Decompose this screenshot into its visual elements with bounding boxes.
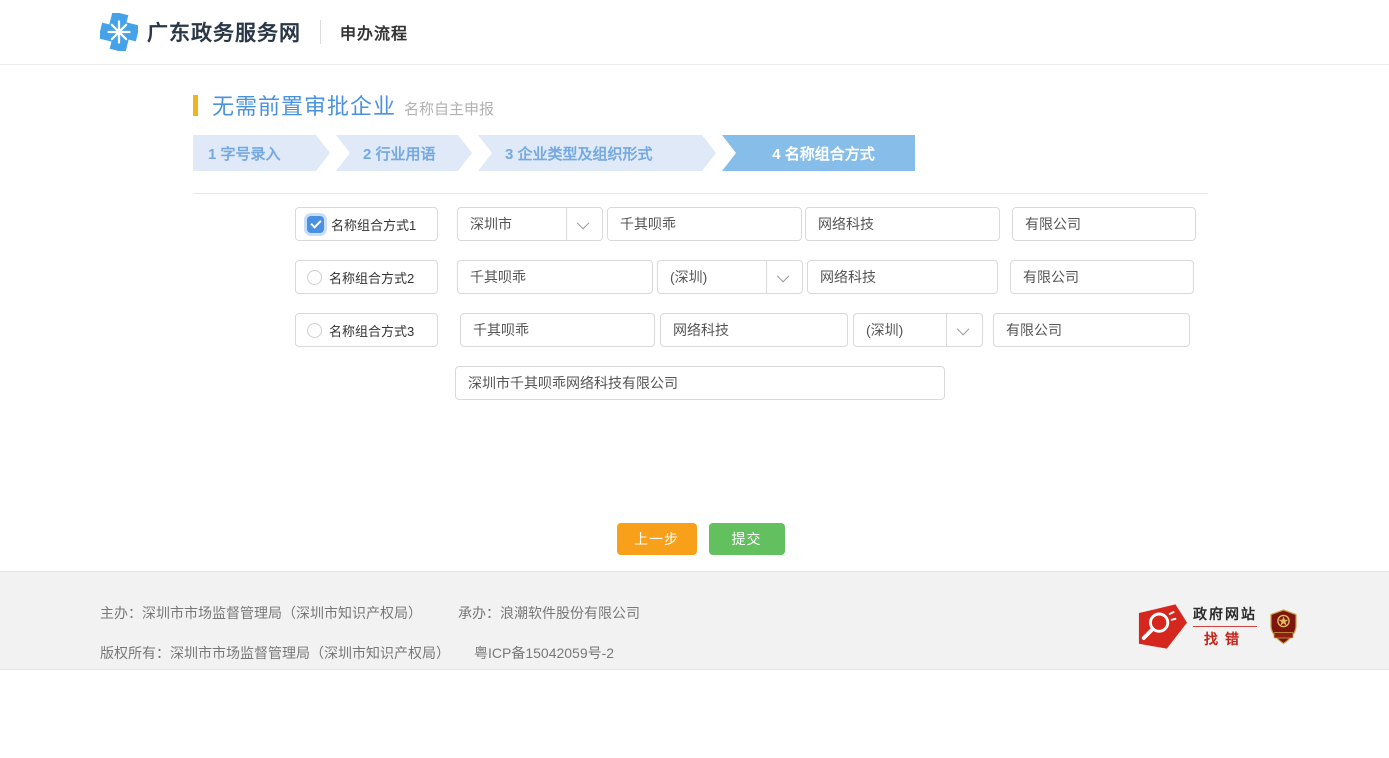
- page-heading: 无需前置审批企业 名称自主申报: [193, 89, 1208, 121]
- name-combo-row-2: 名称组合方式2 (深圳): [295, 260, 1208, 294]
- undertake-value: 浪潮软件股份有限公司: [500, 605, 640, 621]
- region-select-row3-value: (深圳): [854, 314, 946, 346]
- combo-option-2-label: 名称组合方式2: [329, 268, 414, 287]
- main-content: 无需前置审批企业 名称自主申报 1 字号录入 2 行业用语 3 企业类型及组织形…: [193, 89, 1208, 555]
- full-name-row: [455, 366, 1208, 400]
- step-1-zihao[interactable]: 1 字号录入: [193, 135, 330, 171]
- title-accent-bar: [193, 95, 198, 116]
- tradename-input-row1[interactable]: [607, 207, 802, 241]
- find-error-badge-line2: 找错: [1193, 626, 1257, 649]
- action-buttons: 上一步 提交: [193, 523, 1208, 555]
- gov-site-find-error-badge[interactable]: 政府网站 找错: [1137, 604, 1257, 649]
- page-title-header: 申办流程: [340, 20, 408, 44]
- region-select-row1-value: 深圳市: [458, 208, 566, 240]
- section-divider: [193, 193, 1208, 194]
- industry-input-row3[interactable]: [660, 313, 848, 347]
- host-label: 主办：: [100, 605, 142, 621]
- page-title: 无需前置审批企业: [212, 89, 396, 121]
- checkbox-checked-icon[interactable]: [307, 216, 324, 233]
- copyright-value: 深圳市市场监督管理局（深圳市知识产权局）: [170, 645, 450, 661]
- step-indicator: 1 字号录入 2 行业用语 3 企业类型及组织形式 4 名称组合方式: [193, 135, 1208, 171]
- undertake-label: 承办：: [458, 605, 500, 621]
- host-value: 深圳市市场监督管理局（深圳市知识产权局）: [142, 605, 422, 621]
- chevron-down-icon[interactable]: [766, 261, 802, 293]
- previous-step-button[interactable]: 上一步: [617, 523, 697, 555]
- combo-option-2[interactable]: 名称组合方式2: [295, 260, 438, 294]
- step-4-zuhe-active[interactable]: 4 名称组合方式: [722, 135, 915, 171]
- icp-number: 粤ICP备15042059号-2: [474, 645, 614, 661]
- find-error-badge-line1: 政府网站: [1193, 606, 1257, 622]
- site-name: 广东政务服务网: [147, 17, 301, 47]
- orgform-input-row1[interactable]: [1012, 207, 1196, 241]
- name-combo-row-3: 名称组合方式3 (深圳): [295, 313, 1208, 347]
- industry-input-row2[interactable]: [807, 260, 998, 294]
- header: 广东政务服务网 申办流程: [0, 0, 1389, 65]
- copyright-label: 版权所有：: [100, 645, 170, 661]
- region-select-row3[interactable]: (深圳): [853, 313, 983, 347]
- gdzwfw-pinwheel-logo-icon: [100, 13, 138, 51]
- region-select-row2[interactable]: (深圳): [657, 260, 803, 294]
- full-company-name-input[interactable]: [455, 366, 945, 400]
- footer: 主办：深圳市市场监督管理局（深圳市知识产权局）承办：浪潮软件股份有限公司 版权所…: [0, 571, 1389, 670]
- combo-option-3[interactable]: 名称组合方式3: [295, 313, 438, 347]
- header-divider: [320, 20, 321, 44]
- combo-option-1[interactable]: 名称组合方式1: [295, 207, 438, 241]
- industry-input-row1[interactable]: [805, 207, 1000, 241]
- combo-option-1-label: 名称组合方式1: [331, 215, 416, 234]
- tradename-input-row3[interactable]: [460, 313, 655, 347]
- submit-button[interactable]: 提交: [709, 523, 785, 555]
- find-error-magnifier-icon: [1137, 604, 1187, 649]
- police-shield-badge-icon[interactable]: [1270, 609, 1297, 645]
- region-select-row1[interactable]: 深圳市: [457, 207, 603, 241]
- orgform-input-row2[interactable]: [1010, 260, 1194, 294]
- chevron-down-icon[interactable]: [946, 314, 982, 346]
- radio-unchecked-icon[interactable]: [307, 270, 322, 285]
- orgform-input-row3[interactable]: [993, 313, 1190, 347]
- combo-option-3-label: 名称组合方式3: [329, 321, 414, 340]
- page-subtitle: 名称自主申报: [404, 98, 494, 119]
- chevron-down-icon[interactable]: [566, 208, 602, 240]
- tradename-input-row2[interactable]: [457, 260, 653, 294]
- name-combo-row-1: 名称组合方式1 深圳市: [295, 207, 1208, 241]
- region-select-row2-value: (深圳): [658, 261, 766, 293]
- footer-badges: 政府网站 找错: [1137, 604, 1297, 649]
- radio-unchecked-icon[interactable]: [307, 323, 322, 338]
- step-2-hangye[interactable]: 2 行业用语: [336, 135, 472, 171]
- step-3-leixing[interactable]: 3 企业类型及组织形式: [478, 135, 716, 171]
